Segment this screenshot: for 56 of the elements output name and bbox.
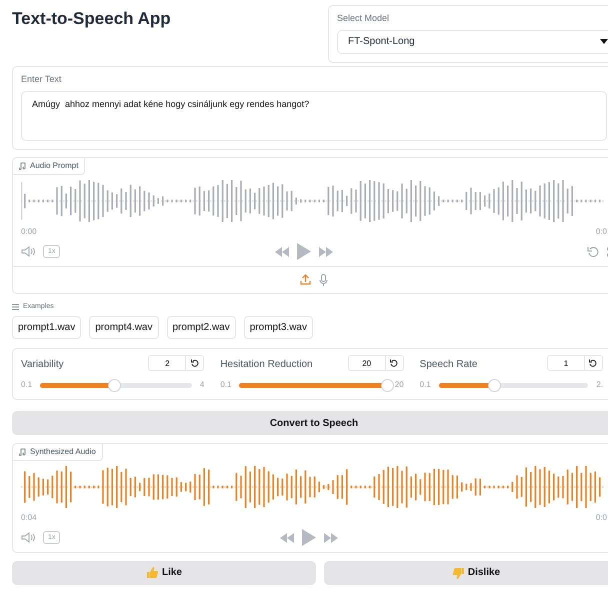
thumbs-up-icon: [146, 566, 159, 578]
feedback-button[interactable]: Like: [12, 560, 316, 584]
slider-max: 20: [394, 379, 404, 391]
model-dropdown[interactable]: FT-Spont-Long: [337, 30, 608, 54]
audio-label: Audio Prompt: [13, 158, 86, 175]
undo-icon: [390, 359, 398, 367]
slider-thumb[interactable]: [380, 378, 394, 392]
slider-label: Speech Rate: [420, 358, 478, 372]
play-icon[interactable]: [296, 243, 311, 260]
slider-thumb[interactable]: [108, 378, 122, 392]
example-button[interactable]: prompt1.wav: [12, 316, 82, 339]
slider-label: Hesitation Reduction: [220, 358, 313, 372]
example-button[interactable]: prompt2.wav: [166, 316, 236, 339]
time-label: 0:0: [596, 226, 607, 238]
music-note-icon: [19, 448, 26, 456]
rewind-icon[interactable]: [274, 246, 289, 256]
reset-button[interactable]: [186, 355, 204, 371]
upload-icon[interactable]: [300, 274, 311, 285]
text-input[interactable]: Amúgy ahhoz mennyi adat kéne hogy csináljunk egy rendes hangot?: [21, 90, 607, 140]
feedback-button[interactable]: Dislike: [324, 560, 608, 584]
app-title: Text-to-Speech App: [12, 9, 171, 28]
slider-label: Variability: [21, 358, 64, 372]
slider-min: 0.1: [420, 379, 431, 391]
reset-button[interactable]: [386, 355, 404, 371]
slider-max: 2.: [596, 379, 603, 391]
slider-max: 4: [200, 379, 204, 391]
caret-icon: [600, 39, 608, 44]
reset-button[interactable]: [584, 355, 603, 371]
undo-icon[interactable]: [587, 246, 599, 258]
number-input[interactable]: 1: [546, 355, 585, 371]
field-label: Select Model: [337, 12, 390, 25]
time-label: 0:00: [21, 226, 37, 238]
undo-icon: [589, 359, 598, 367]
time-label: 0:0: [596, 512, 607, 524]
undo-icon: [190, 359, 199, 367]
number-input[interactable]: 2: [148, 355, 186, 371]
list-icon: [12, 304, 19, 310]
rewind-icon[interactable]: [280, 532, 294, 542]
time-label: 0:04: [21, 512, 37, 524]
thumbs-down-icon: [452, 566, 465, 578]
number-input[interactable]: 20: [348, 355, 386, 371]
fast-forward-icon[interactable]: [318, 246, 333, 256]
example-button[interactable]: prompt3.wav: [244, 316, 313, 339]
fast-forward-icon[interactable]: [324, 532, 338, 542]
volume-icon[interactable]: [21, 532, 35, 543]
example-button[interactable]: prompt4.wav: [89, 316, 158, 339]
music-note-icon: [19, 162, 26, 170]
slider-thumb[interactable]: [488, 378, 502, 392]
slider-min: 0.1: [220, 379, 232, 391]
play-icon[interactable]: [302, 529, 316, 546]
microphone-icon[interactable]: [319, 274, 328, 286]
convert-button[interactable]: Convert to Speech: [12, 411, 608, 435]
audio-label: Synthesized Audio: [13, 444, 103, 461]
volume-icon[interactable]: [21, 246, 35, 257]
field-label: Enter Text: [21, 73, 62, 86]
slider-min: 0.1: [21, 379, 32, 391]
